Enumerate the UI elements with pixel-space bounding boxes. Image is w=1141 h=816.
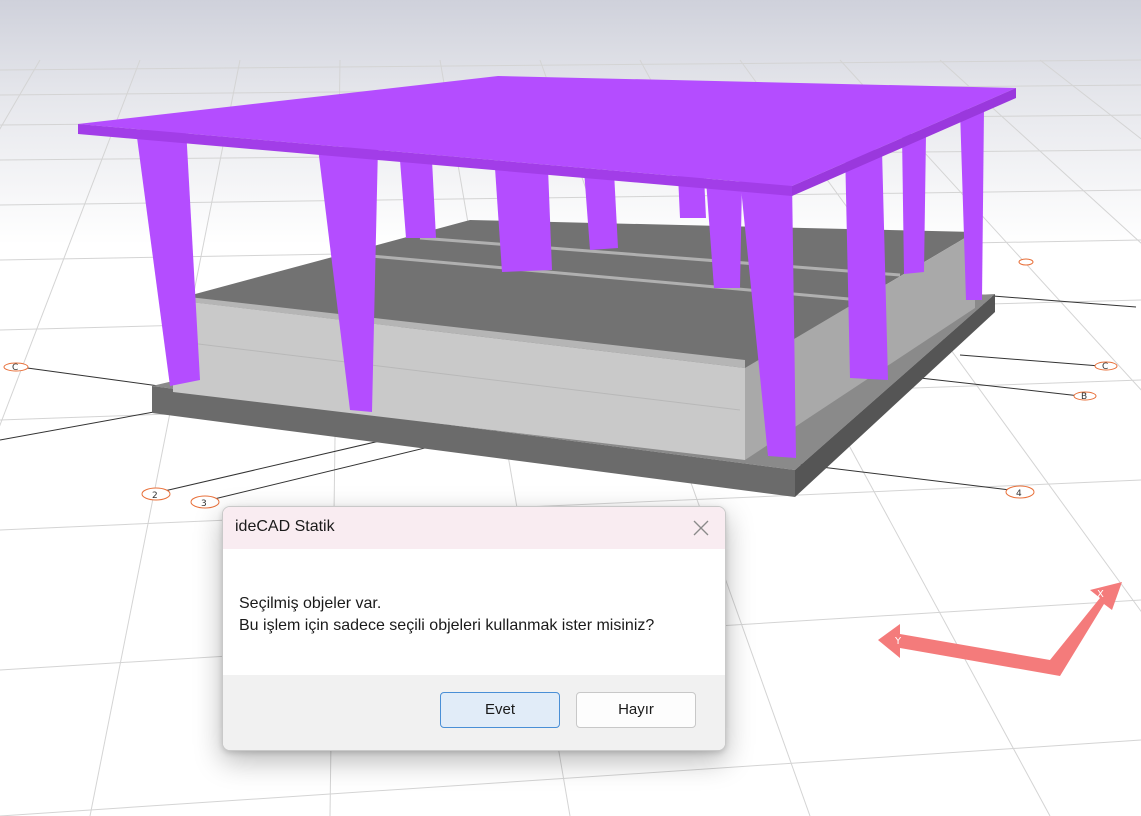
axis-label-b: B <box>1081 392 1087 402</box>
axis-label-c: C <box>1102 362 1108 372</box>
dialog-footer: Evet Hayır <box>223 675 725 750</box>
dialog-title: ideCAD Statik <box>235 518 335 535</box>
gizmo-y-label: Y <box>894 636 902 647</box>
close-button[interactable] <box>681 511 721 545</box>
axis-label-4: 4 <box>1016 489 1022 499</box>
message-line-2: Bu işlem için sadece seçili objeleri kul… <box>239 617 655 634</box>
axis-label-2: 2 <box>152 491 158 501</box>
dialog-message: Seçilmiş objeler var. Bu işlem için sade… <box>239 593 654 637</box>
message-line-1: Seçilmiş objeler var. <box>239 595 382 612</box>
dialog-titlebar[interactable]: ideCAD Statik <box>223 507 725 549</box>
no-button[interactable]: Hayır <box>576 692 696 728</box>
confirm-dialog: ideCAD Statik Seçilmiş objeler var. Bu i… <box>222 506 726 751</box>
close-icon <box>693 520 709 536</box>
axis-label-left: C <box>12 363 18 373</box>
gizmo-x-label: X <box>1097 589 1104 600</box>
dialog-content: Seçilmiş objeler var. Bu işlem için sade… <box>223 549 725 675</box>
axis-label-3: 3 <box>201 499 207 509</box>
yes-button[interactable]: Evet <box>440 692 560 728</box>
